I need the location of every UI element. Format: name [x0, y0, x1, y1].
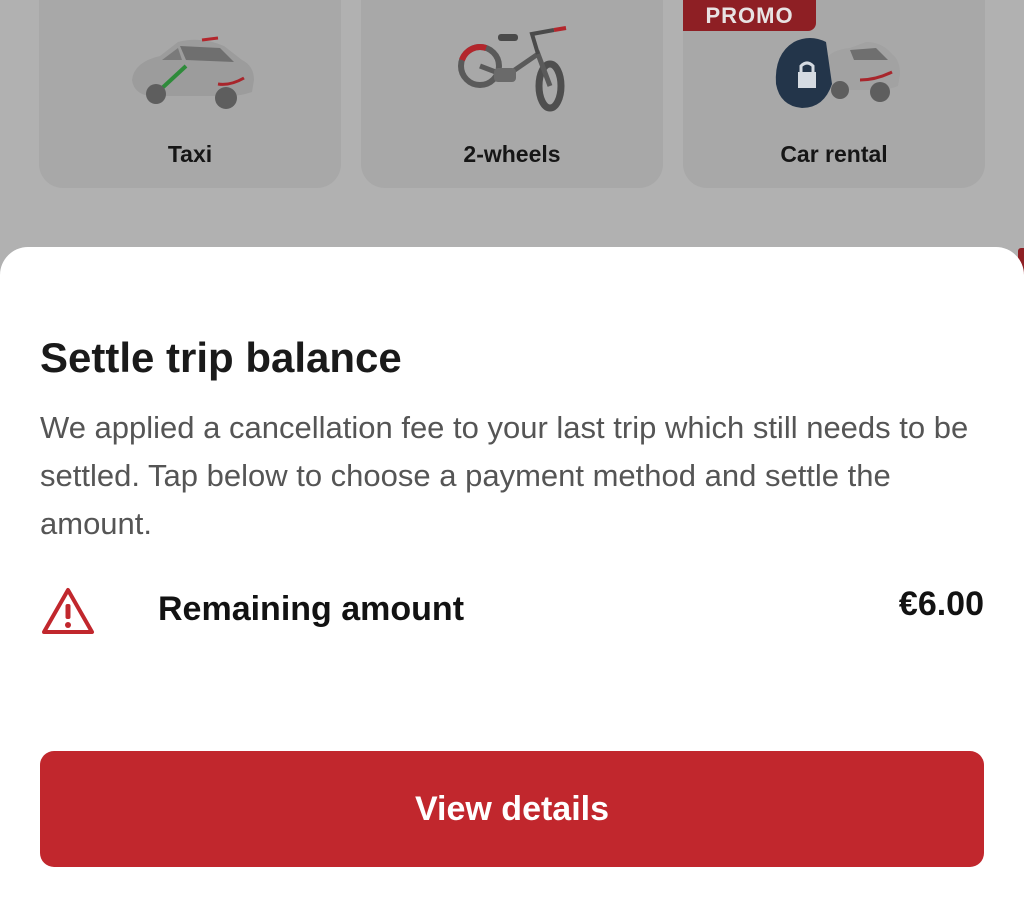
taxi-car-icon: [132, 36, 254, 109]
bicycle-icon: [458, 26, 567, 112]
remaining-amount-label: Remaining amount: [158, 590, 465, 628]
service-tiles: Taxi 2-wheels Car rental PROMO: [0, 0, 1024, 282]
sheet-title: Settle trip balance: [40, 334, 402, 381]
promo-badge: PROMO: [683, 0, 816, 31]
remaining-amount-value: €6.00: [898, 585, 984, 623]
service-label-2-wheels: 2-wheels: [463, 141, 561, 167]
app-screen: Taxi 2-wheels Car rental PROMO Settle tr…: [0, 0, 1024, 909]
service-label-car-rental: Car rental: [780, 141, 888, 167]
service-tile-taxi[interactable]: Taxi: [39, 0, 341, 188]
sheet-description: We applied a cancellation fee to your la…: [40, 410, 969, 541]
car-key-icon: [775, 38, 900, 108]
view-details-button[interactable]: View details: [40, 751, 984, 867]
bottom-sheet: Settle trip balance We applied a cancell…: [0, 247, 1024, 909]
warning-triangle-icon: [42, 588, 94, 634]
service-tile-2-wheels[interactable]: 2-wheels: [361, 0, 663, 188]
service-label-taxi: Taxi: [167, 141, 213, 167]
